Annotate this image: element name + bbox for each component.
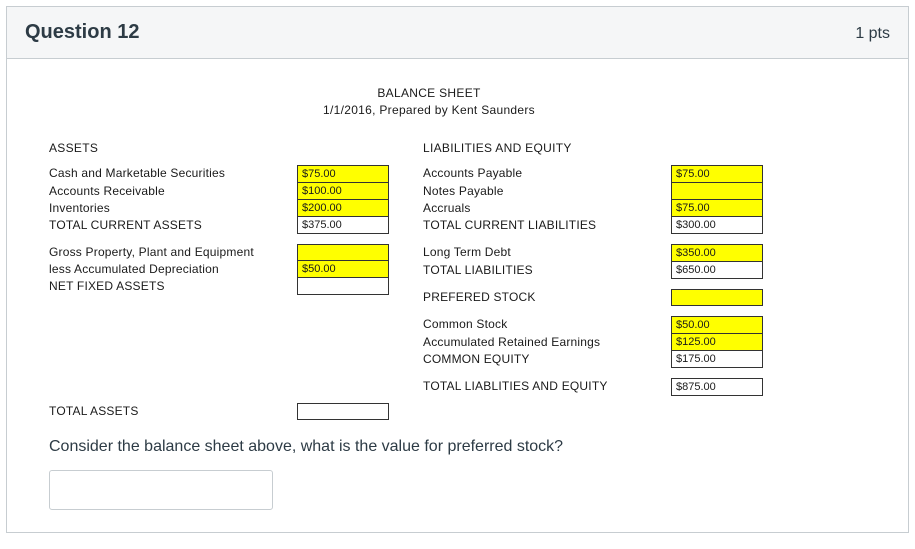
page: Question 12 1 pts BALANCE SHEET 1/1/2016… <box>0 0 915 539</box>
value-pref-stock <box>671 289 763 306</box>
value-cash: $75.00 <box>297 165 389 183</box>
balance-sheet: BALANCE SHEET 1/1/2016, Prepared by Kent… <box>49 85 809 420</box>
label-acc: Accruals <box>423 200 671 217</box>
value-ar: $100.00 <box>297 183 389 200</box>
label-tcl: TOTAL CURRENT LIABILITIES <box>423 217 671 234</box>
spacer <box>49 295 401 403</box>
label-np: Notes Payable <box>423 183 671 200</box>
value-ltd: $350.00 <box>671 244 763 262</box>
balance-sheet-header: BALANCE SHEET 1/1/2016, Prepared by Kent… <box>49 85 809 119</box>
liabilities-heading: LIABILITIES AND EQUITY <box>423 141 781 155</box>
balance-sheet-title: BALANCE SHEET <box>49 85 809 102</box>
label-nfa: NET FIXED ASSETS <box>49 278 297 295</box>
question-box: Question 12 1 pts BALANCE SHEET 1/1/2016… <box>6 6 909 533</box>
label-ap: Accounts Payable <box>423 165 671 183</box>
value-cs: $50.00 <box>671 316 763 334</box>
question-title: Question 12 <box>25 21 139 44</box>
question-points: 1 pts <box>855 25 890 43</box>
value-inv: $200.00 <box>297 200 389 217</box>
liabilities-column: LIABILITIES AND EQUITY Accounts Payable … <box>423 141 781 420</box>
balance-sheet-subtitle: 1/1/2016, Prepared by Kent Saunders <box>49 102 809 119</box>
assets-column: ASSETS Cash and Marketable Securities $7… <box>49 141 401 420</box>
label-cash: Cash and Marketable Securities <box>49 165 297 183</box>
label-dep: less Accumulated Depreciation <box>49 261 297 278</box>
label-total-assets: TOTAL ASSETS <box>49 403 297 420</box>
label-tl: TOTAL LIABILITIES <box>423 262 671 279</box>
value-nfa <box>297 278 389 295</box>
value-tle: $875.00 <box>671 378 763 396</box>
label-tca: TOTAL CURRENT ASSETS <box>49 217 297 234</box>
value-np <box>671 183 763 200</box>
value-acc: $75.00 <box>671 200 763 217</box>
question-body: BALANCE SHEET 1/1/2016, Prepared by Kent… <box>7 59 908 532</box>
value-gppe <box>297 244 389 261</box>
value-ap: $75.00 <box>671 165 763 183</box>
label-ltd: Long Term Debt <box>423 244 671 262</box>
value-tl: $650.00 <box>671 262 763 279</box>
value-tca: $375.00 <box>297 217 389 234</box>
label-cs: Common Stock <box>423 316 671 334</box>
value-tcl: $300.00 <box>671 217 763 234</box>
value-re: $125.00 <box>671 334 763 351</box>
balance-sheet-columns: ASSETS Cash and Marketable Securities $7… <box>49 141 809 420</box>
value-ce: $175.00 <box>671 351 763 368</box>
label-gppe: Gross Property, Plant and Equipment <box>49 244 297 261</box>
assets-heading: ASSETS <box>49 141 401 155</box>
value-dep: $50.00 <box>297 261 389 278</box>
value-total-assets <box>297 403 389 420</box>
answer-input[interactable] <box>49 470 273 510</box>
label-ce: COMMON EQUITY <box>423 351 671 368</box>
label-re: Accumulated Retained Earnings <box>423 334 671 351</box>
label-inv: Inventories <box>49 200 297 217</box>
question-prompt: Consider the balance sheet above, what i… <box>49 438 886 456</box>
label-pref-stock: PREFERED STOCK <box>423 289 671 306</box>
label-ar: Accounts Receivable <box>49 183 297 200</box>
question-header: Question 12 1 pts <box>7 7 908 59</box>
label-tle: TOTAL LIABLITIES AND EQUITY <box>423 378 671 396</box>
